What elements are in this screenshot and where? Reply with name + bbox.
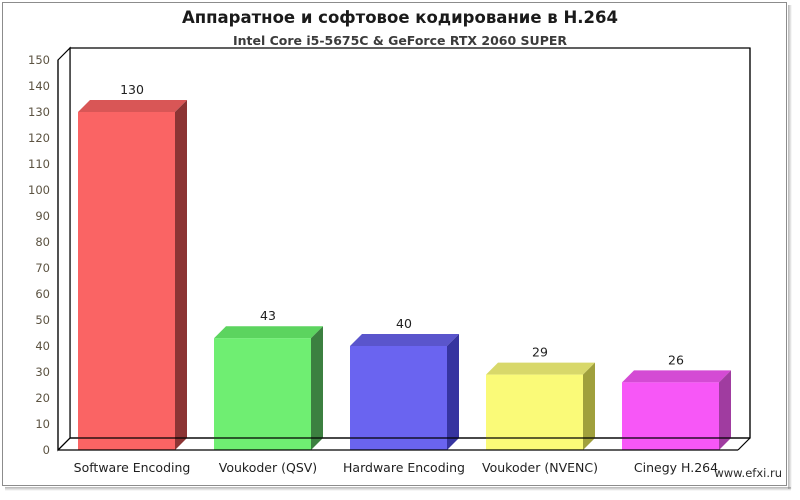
y-axis-tick-label: 120 (28, 131, 50, 145)
y-axis-tick-label: 100 (28, 183, 50, 197)
y-axis-tick-label: 20 (35, 391, 50, 405)
x-axis-category-label: Voukoder (NVENC) (482, 460, 598, 475)
bar-group[interactable] (78, 100, 187, 450)
x-axis-category-label: Cinegy H.264 (634, 460, 718, 475)
bar-value-label: 130 (120, 82, 144, 97)
bar-top-face (78, 100, 187, 112)
y-axis-tick-label: 40 (35, 339, 50, 353)
x-axis-category-label: Software Encoding (74, 460, 191, 475)
y-axis-tick-label: 70 (35, 261, 50, 275)
bar-top-face (486, 362, 595, 375)
bar-front-face (78, 112, 175, 450)
bar-front-face (350, 346, 447, 450)
y-axis-tick-label: 0 (43, 443, 50, 457)
bar-side-face (311, 326, 323, 450)
bar-side-face (583, 362, 595, 450)
bar-chart-3d: 0 10 20 30 40 50 60 70 80 90 100 110 120 130 140 150 130… (0, 0, 800, 500)
bar-value-label: 40 (396, 316, 412, 331)
bar-group[interactable] (350, 334, 459, 450)
x-axis-category-label: Voukoder (QSV) (219, 460, 317, 475)
plot-left-wall (57, 46, 71, 452)
bar-group[interactable] (486, 362, 595, 450)
y-axis-tick-label: 60 (35, 287, 50, 301)
bar-side-face (175, 100, 187, 450)
chart-svg: 0 10 20 30 40 50 60 70 80 90 100 110 120 130 140 150 130… (28, 46, 751, 475)
bar-value-label: 26 (668, 352, 684, 367)
bar-top-face (350, 334, 459, 346)
y-axis-tick-label: 150 (28, 53, 50, 67)
chart-page: Аппаратное и софтовое кодирование в H.26… (0, 0, 800, 500)
bar-value-label: 43 (260, 308, 276, 323)
bar-top-face (622, 370, 731, 383)
y-axis-tick-label: 80 (35, 235, 50, 249)
y-axis-tick-label: 140 (28, 79, 50, 93)
y-axis-tick-label: 30 (35, 365, 50, 379)
bar-value-label: 29 (532, 345, 548, 360)
axis-floor-right-edge (737, 437, 751, 451)
watermark-label: www.efxi.ru (714, 466, 782, 480)
bar-front-face (622, 382, 719, 450)
y-axis-tick-label: 50 (35, 313, 50, 327)
y-axis-tick-label: 110 (28, 157, 50, 171)
y-axis-tick-label: 130 (28, 105, 50, 119)
y-axis-tick-label: 90 (35, 209, 50, 223)
bar-side-face (447, 334, 459, 450)
bar-front-face (214, 338, 311, 450)
bar-top-face (214, 326, 323, 339)
bar-group[interactable] (214, 326, 323, 450)
y-axis-tick-label: 10 (35, 417, 50, 431)
x-axis-category-label: Hardware Encoding (343, 460, 465, 475)
bar-front-face (486, 374, 583, 450)
